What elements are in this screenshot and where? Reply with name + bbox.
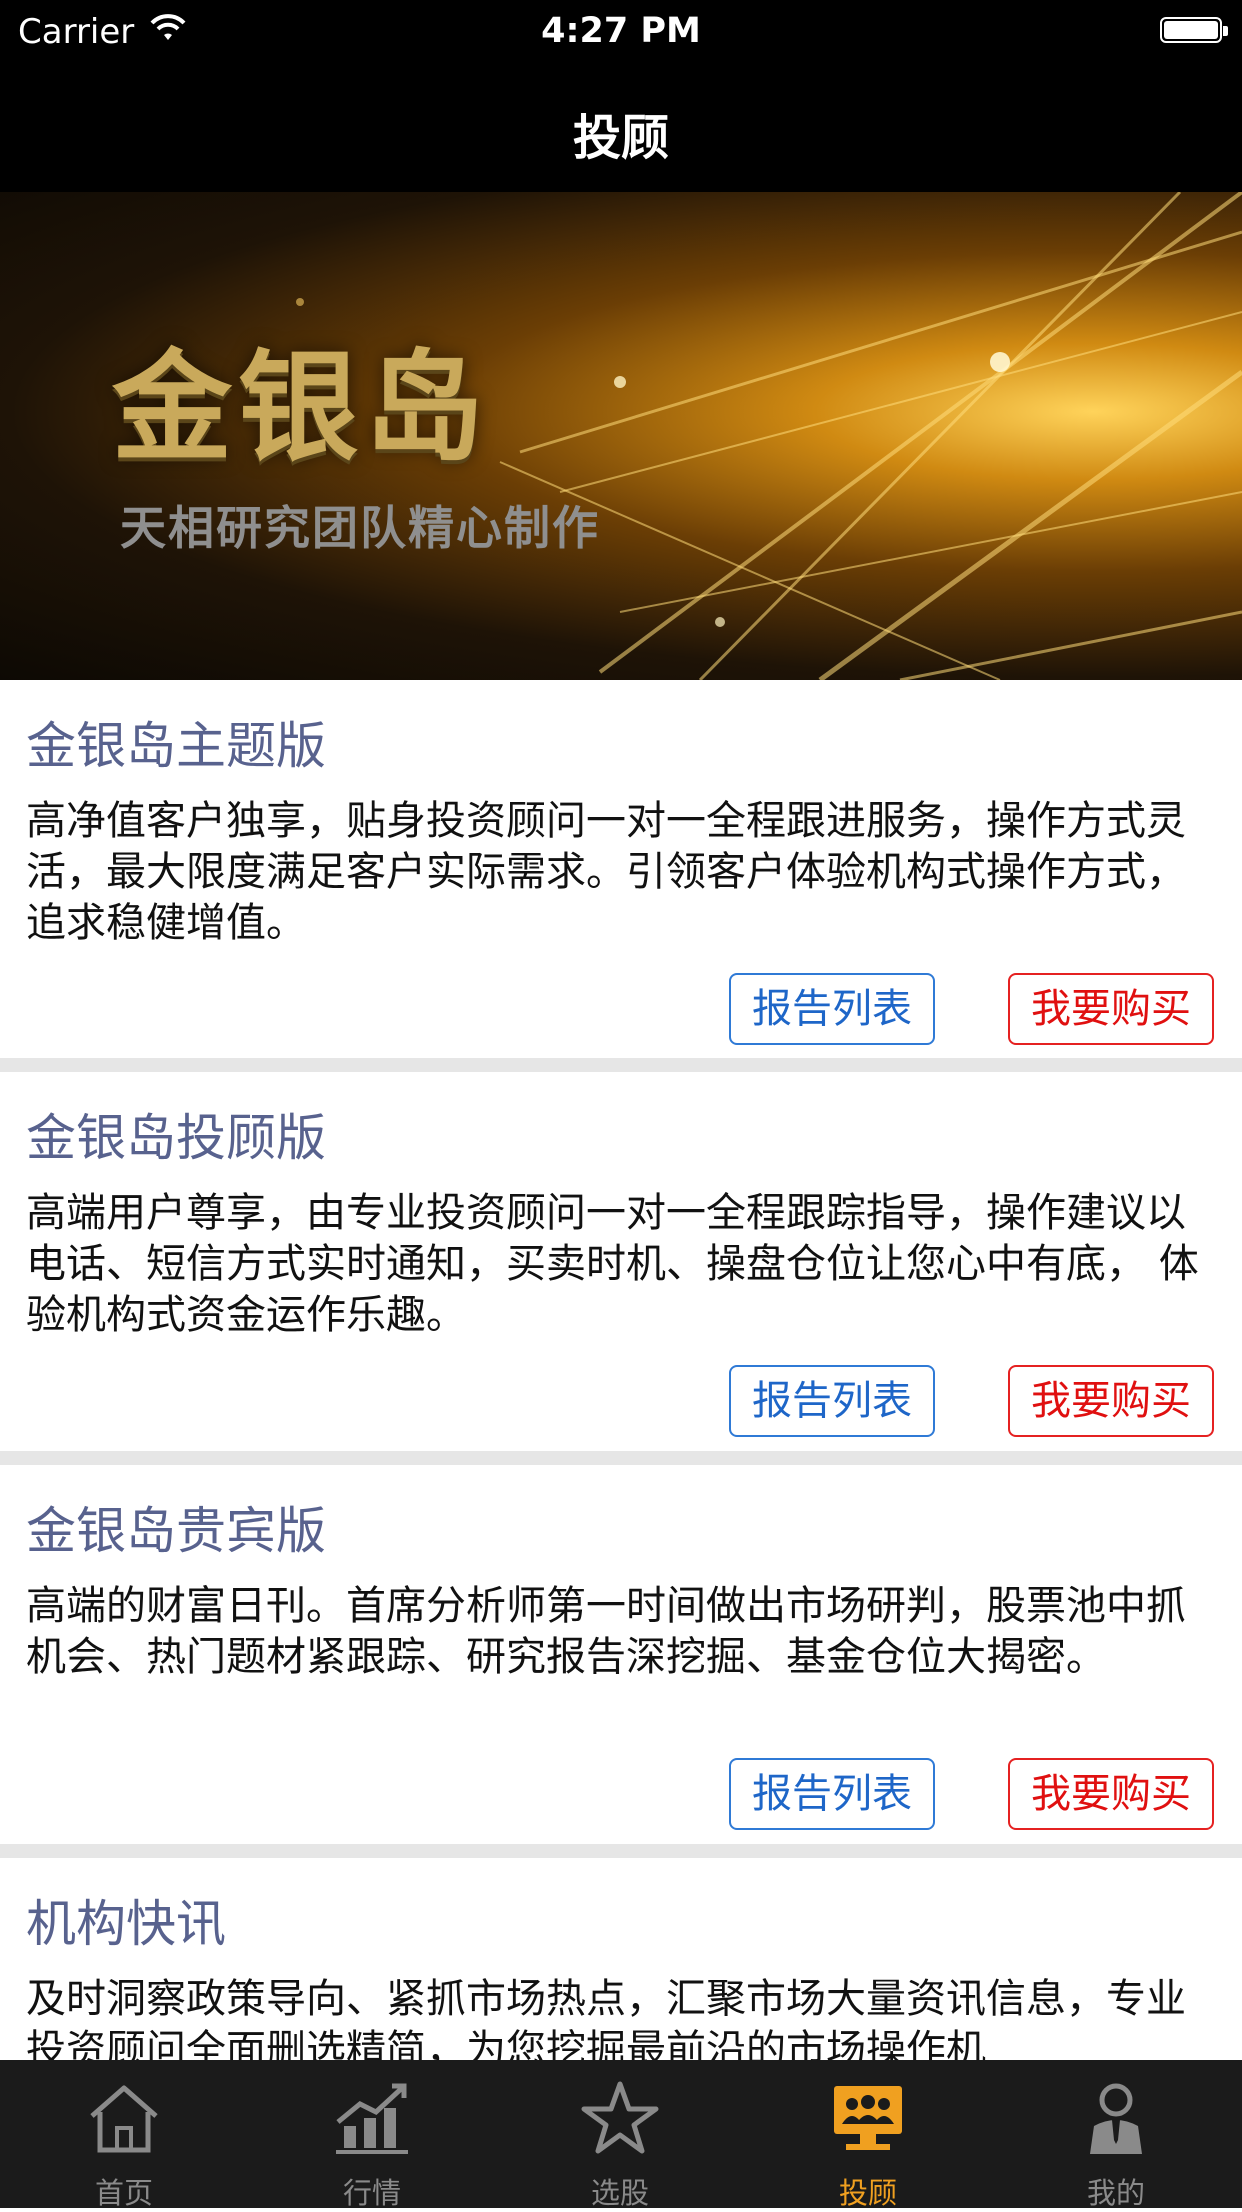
star-icon — [581, 2081, 659, 2154]
banner-title: 金银岛 — [112, 339, 490, 478]
buy-button[interactable]: 我要购买 — [1008, 1758, 1214, 1830]
product-description: 高端的财富日刊。首席分析师第一时间做出市场研判，股票池中抓机会、热门题材紧跟踪、… — [26, 1583, 1186, 1680]
section-divider — [0, 1844, 1242, 1858]
report-list-button[interactable]: 报告列表 — [729, 1365, 935, 1437]
product-card: 机构快讯 及时洞察政策导向、紧抓市场热点，汇聚市场大量资讯信息，专业投资顾问全面… — [0, 1858, 1242, 2060]
promo-banner[interactable]: 金银岛 天相研究团队精心制作 — [0, 192, 1242, 680]
chart-icon — [336, 2083, 408, 2154]
tab-home[interactable]: 首页 — [0, 2060, 248, 2210]
product-card: 金银岛投顾版 高端用户尊享，由专业投资顾问一对一全程跟踪指导，操作建议以电话、短… — [0, 1072, 1242, 1451]
battery-icon — [1160, 17, 1228, 43]
profile-icon — [1090, 2083, 1142, 2154]
status-bar: Carrier 4:27 PM — [0, 0, 1242, 64]
product-description: 高端用户尊享，由专业投资顾问一对一全程跟踪指导，操作建议以电话、短信方式实时通知… — [26, 1190, 1199, 1338]
clock: 4:27 PM — [541, 11, 701, 51]
tab-advisor[interactable]: 投顾 — [744, 2060, 992, 2210]
tab-label: 行情 — [342, 2176, 401, 2210]
section-divider — [0, 1451, 1242, 1465]
buy-button[interactable]: 我要购买 — [1008, 1365, 1214, 1437]
tab-label: 投顾 — [838, 2176, 897, 2210]
advisor-icon — [834, 2086, 902, 2150]
tab-profile[interactable]: 我的 — [992, 2060, 1240, 2210]
tab-stock-picker[interactable]: 选股 — [496, 2060, 744, 2210]
section-divider — [0, 1058, 1242, 1072]
navigation-bar: 投顾 — [0, 64, 1242, 192]
tab-label: 选股 — [590, 2176, 649, 2210]
buy-button[interactable]: 我要购买 — [1008, 973, 1214, 1045]
product-description: 及时洞察政策导向、紧抓市场热点，汇聚市场大量资讯信息，专业投资顾问全面删选精简，… — [26, 1976, 1186, 2060]
page-title: 投顾 — [572, 110, 669, 166]
product-title: 金银岛主题版 — [26, 717, 326, 775]
tab-label: 我的 — [1086, 2176, 1145, 2210]
home-icon — [90, 2085, 158, 2153]
tab-label: 首页 — [94, 2176, 153, 2210]
product-description: 高净值客户独享，贴身投资顾问一对一全程跟进服务，操作方式灵活，最大限度满足客户实… — [26, 798, 1186, 946]
banner-subtitle: 天相研究团队精心制作 — [120, 501, 600, 555]
product-title: 机构快讯 — [26, 1895, 226, 1953]
product-title: 金银岛投顾版 — [26, 1109, 326, 1167]
tab-bar: 首页 行情 选股 投顾 我的 — [0, 2060, 1242, 2210]
tab-market[interactable]: 行情 — [248, 2060, 496, 2210]
product-card: 金银岛贵宾版 高端的财富日刊。首席分析师第一时间做出市场研判，股票池中抓机会、热… — [0, 1465, 1242, 1844]
report-list-button[interactable]: 报告列表 — [729, 973, 935, 1045]
report-list-button[interactable]: 报告列表 — [729, 1758, 935, 1830]
product-card: 金银岛主题版 高净值客户独享，贴身投资顾问一对一全程跟进服务，操作方式灵活，最大… — [0, 680, 1242, 1058]
product-title: 金银岛贵宾版 — [26, 1502, 326, 1560]
